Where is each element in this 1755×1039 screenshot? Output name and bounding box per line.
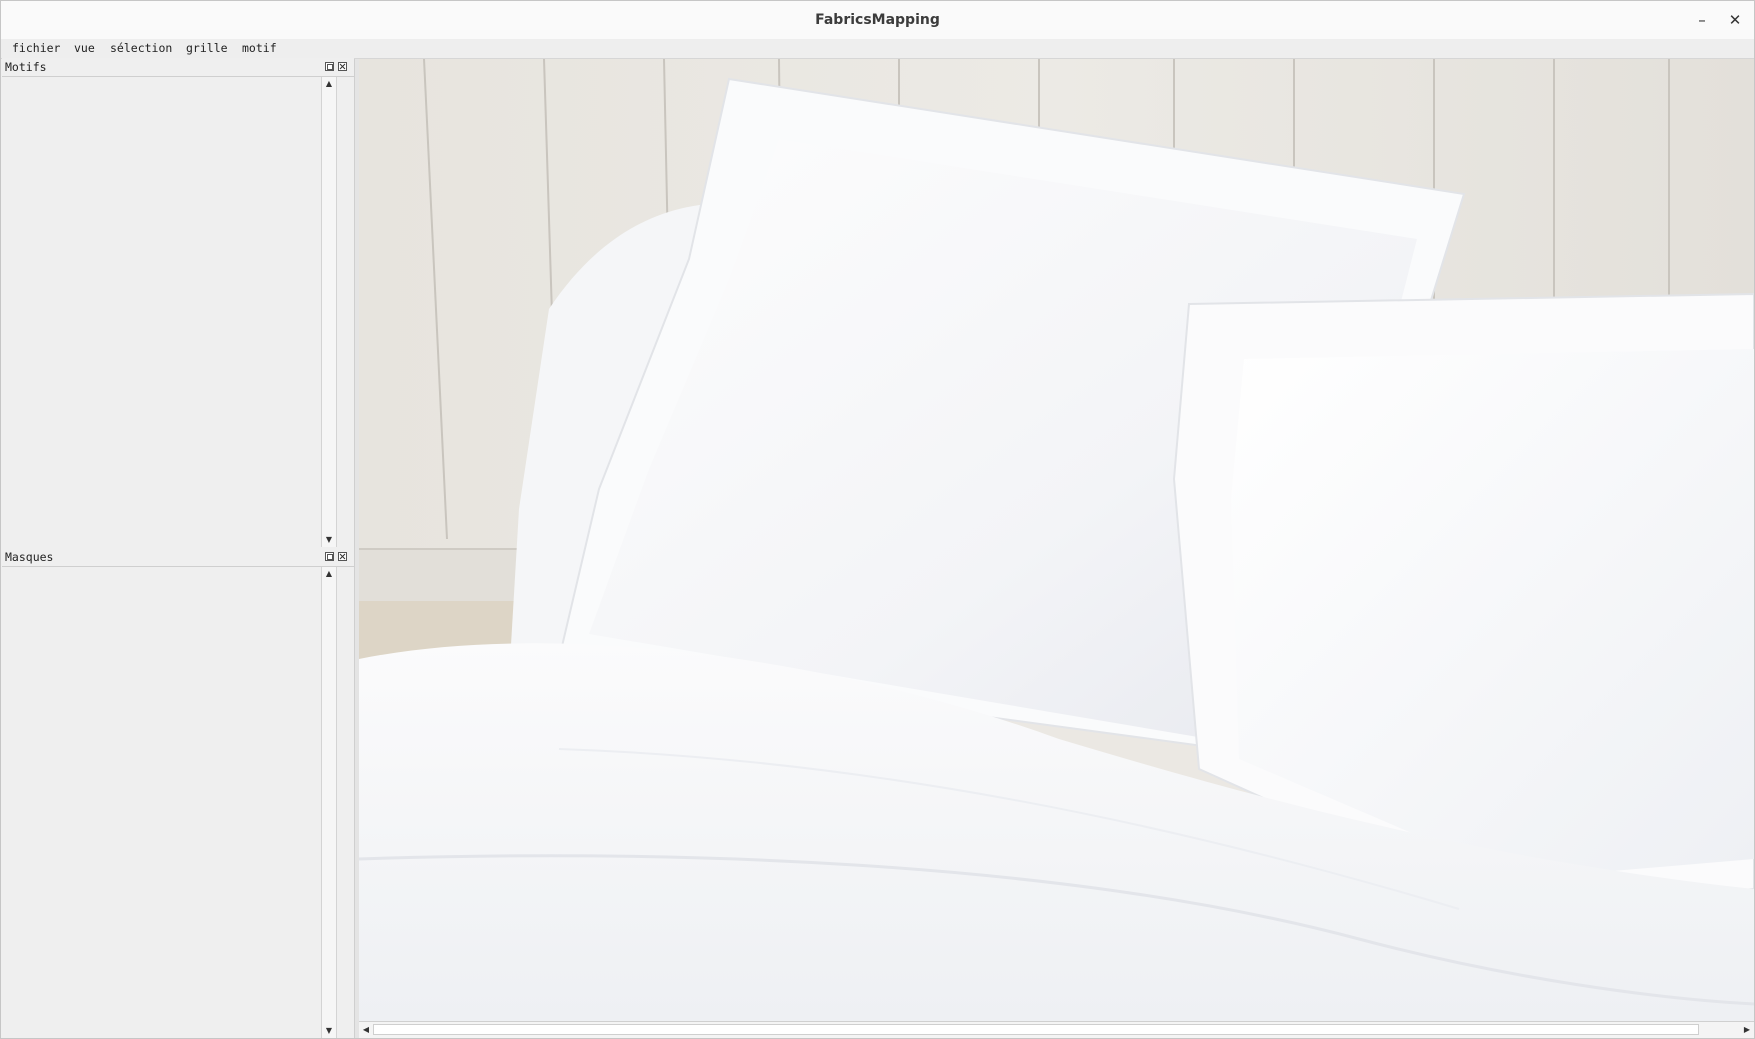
window-title: FabricsMapping [815,12,940,28]
motifs-vertical-scrollbar[interactable]: ▲ ▼ [321,77,337,547]
scroll-right-arrow-icon[interactable]: ▶ [1740,1022,1754,1038]
menu-vue[interactable]: vue [74,39,95,58]
scroll-down-arrow-icon[interactable]: ▼ [322,1024,336,1038]
scroll-down-arrow-icon[interactable]: ▼ [322,533,336,547]
masques-dock: Masques ▲ ▼ [2,548,354,1038]
motifs-dock-header[interactable]: Motifs [2,58,354,77]
title-bar[interactable]: FabricsMapping – ✕ [1,1,1754,40]
menu-selection[interactable]: sélection [110,39,172,58]
menu-bar: fichier vue sélection grille motif [1,39,1754,59]
menu-fichier[interactable]: fichier [12,39,60,58]
masques-dock-header[interactable]: Masques [2,548,354,567]
image-canvas[interactable] [359,59,1754,1021]
motifs-dock-title: Motifs [5,60,47,74]
horizontal-scroll-thumb[interactable] [373,1024,1699,1035]
minimize-button[interactable]: – [1691,9,1713,31]
menu-motif[interactable]: motif [242,39,277,58]
motifs-list[interactable]: ▲ ▼ [2,77,354,547]
float-dock-button[interactable] [325,62,334,71]
app-window: FabricsMapping – ✕ fichier vue sélection… [0,0,1755,1039]
masques-vertical-scrollbar[interactable]: ▲ ▼ [321,567,337,1038]
bedding-photo [359,59,1754,1021]
scroll-up-arrow-icon[interactable]: ▲ [322,567,336,581]
float-dock-button[interactable] [325,552,334,561]
masques-list[interactable]: ▲ ▼ [2,567,354,1038]
masques-dock-title: Masques [5,550,54,564]
close-window-button[interactable]: ✕ [1724,9,1746,31]
close-dock-button[interactable] [338,62,347,71]
close-dock-button[interactable] [338,552,347,561]
scroll-left-arrow-icon[interactable]: ◀ [359,1022,373,1038]
motifs-dock: Motifs ▲ ▼ [2,58,354,548]
scroll-up-arrow-icon[interactable]: ▲ [322,77,336,91]
menu-grille[interactable]: grille [186,39,228,58]
image-horizontal-scrollbar[interactable]: ◀ ▶ [359,1021,1754,1038]
